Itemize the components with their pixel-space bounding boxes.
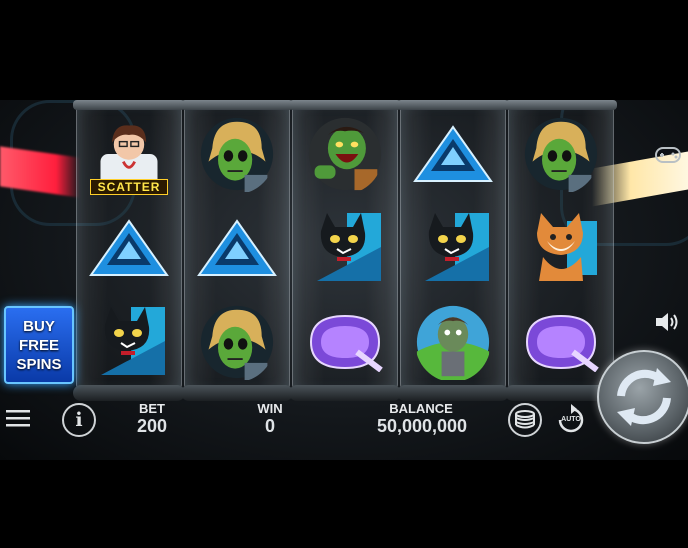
bottom-bar: i BET 200 WIN 0 BALANCE 50,000,000 AUTO (0, 395, 600, 440)
auto-label: AUTO (561, 416, 581, 423)
menu-icon[interactable] (6, 409, 30, 427)
symbol-cat (408, 205, 498, 291)
reel-4 (397, 100, 509, 401)
symbol-scientist-scatter: SCATTER (84, 111, 174, 197)
scatter-label: SCATTER (90, 179, 168, 195)
buy-label-line2: FREE (18, 336, 59, 354)
bet-label: BET (139, 401, 165, 416)
symbol-A (408, 111, 498, 197)
buy-label-line1: BUY (23, 317, 55, 335)
win-value: 0 (264, 416, 275, 436)
reel-1: SCATTER (73, 100, 185, 401)
autoplay-button[interactable]: AUTO (554, 403, 588, 437)
sound-icon[interactable] (654, 310, 682, 334)
symbol-Q (300, 299, 390, 385)
spin-arrows-icon (617, 368, 671, 426)
symbol-zombie-roar (300, 111, 390, 197)
balance-label: BALANCE (389, 401, 453, 416)
info-icon: i (75, 409, 83, 431)
symbol-zombie-blonde (192, 111, 282, 197)
symbol-zombie-blonde (516, 111, 606, 197)
symbol-fox (516, 205, 606, 291)
symbol-zombie-boy (408, 299, 498, 385)
reel-3 (289, 100, 401, 401)
reel-5 (505, 100, 617, 401)
reel-2 (181, 100, 293, 401)
symbol-A (192, 205, 282, 291)
spin-button[interactable] (597, 350, 688, 444)
balance-value: 50,000,000 (376, 416, 468, 436)
symbol-A (84, 205, 174, 291)
win-label: WIN (257, 401, 283, 416)
bet-value: 200 (136, 416, 168, 436)
buy-label-line3: SPINS (16, 355, 62, 373)
symbol-cat (84, 299, 174, 385)
symbol-cat (300, 205, 390, 291)
info-button[interactable]: i (62, 403, 96, 437)
coin-stack-icon (515, 410, 535, 429)
symbol-zombie-blonde (192, 299, 282, 385)
symbol-Q (516, 299, 606, 385)
gamepad-icon[interactable] (654, 142, 682, 166)
buy-free-spins-button[interactable]: BUY FREE SPINS (4, 306, 74, 384)
bet-settings-button[interactable] (508, 403, 542, 437)
